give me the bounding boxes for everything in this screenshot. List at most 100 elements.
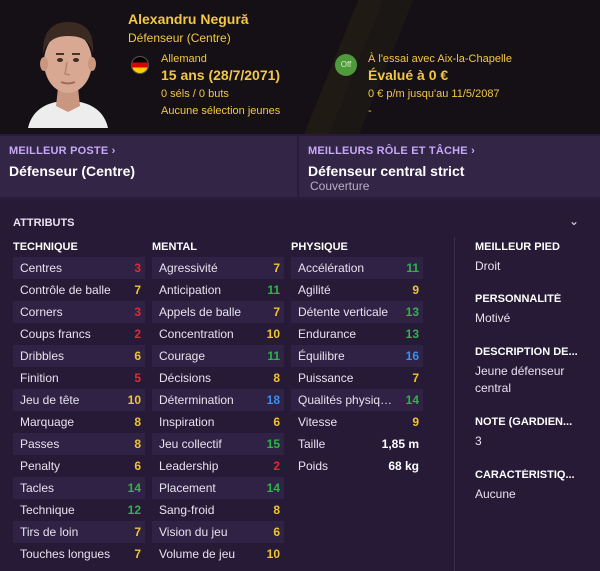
- attribute-label: Marquage: [20, 415, 75, 429]
- attribute-row[interactable]: Jeu de tête 10: [13, 389, 145, 411]
- attribute-row[interactable]: Finition 5: [13, 367, 145, 389]
- attribute-row[interactable]: Agressivité 7: [152, 257, 284, 279]
- attribute-value: 10: [266, 327, 280, 341]
- attribute-value: 10: [266, 547, 280, 561]
- attribute-row[interactable]: Tirs de loin 7: [13, 521, 145, 543]
- attribute-row[interactable]: Marquage 8: [13, 411, 145, 433]
- attribute-value: 13: [405, 305, 419, 319]
- attribute-label: Passes: [20, 437, 60, 451]
- attribute-row[interactable]: Leadership 2: [152, 455, 284, 477]
- attribute-value: 6: [134, 459, 141, 473]
- attribute-row[interactable]: Technique 12: [13, 499, 145, 521]
- gk-rating-block: NOTE (GARDIEN... 3: [475, 416, 595, 450]
- attribute-row[interactable]: Vitesse 9: [291, 411, 423, 433]
- player-position: Défenseur (Centre): [128, 31, 231, 45]
- attribute-label: Appels de balle: [159, 305, 242, 319]
- description-value: Jeune défenseur central: [475, 364, 565, 395]
- player-nationality[interactable]: Allemand: [161, 53, 207, 65]
- attribute-row[interactable]: Dribbles 6: [13, 345, 145, 367]
- attribute-label: Endurance: [298, 327, 357, 341]
- attribute-row[interactable]: Placement 14: [152, 477, 284, 499]
- attribute-row[interactable]: Endurance 13: [291, 323, 423, 345]
- attribute-row[interactable]: Détermination 18: [152, 389, 284, 411]
- contract-extra: -: [368, 105, 372, 117]
- physical-measures: Taille 1,85 m Poids 68 kg: [291, 433, 423, 477]
- attribute-row[interactable]: Penalty 6: [13, 455, 145, 477]
- attribute-label: Sang-froid: [159, 503, 215, 517]
- height-label: Taille: [298, 437, 326, 451]
- attribute-value: 7: [273, 305, 280, 319]
- attribute-row[interactable]: Vision du jeu 6: [152, 521, 284, 543]
- attribute-row[interactable]: Corners 3: [13, 301, 145, 323]
- attribute-value: 2: [273, 459, 280, 473]
- attribute-row[interactable]: Sang-froid 8: [152, 499, 284, 521]
- attribute-value: 14: [405, 393, 419, 407]
- mental-list: Agressivité 7 Anticipation 11 Appels de ball…: [152, 257, 284, 565]
- attribute-row[interactable]: Agilité 9: [291, 279, 423, 301]
- attribute-label: Technique: [20, 503, 75, 517]
- attribute-value: 14: [266, 481, 280, 495]
- mental-title: MENTAL: [152, 241, 198, 253]
- attributes-title: ATTRIBUTS: [13, 217, 75, 229]
- preferred-foot-value: Droit: [475, 259, 501, 273]
- preferred-foot-block: MEILLEUR PIED Droit: [475, 241, 595, 275]
- attribute-row[interactable]: Passes 8: [13, 433, 145, 455]
- attribute-value: 9: [412, 415, 419, 429]
- attribute-label: Anticipation: [159, 283, 222, 297]
- trial-status[interactable]: À l'essai avec Aix-la-Chapelle: [368, 53, 512, 65]
- attribute-label: Puissance: [298, 371, 354, 385]
- weight-value: 68 kg: [388, 459, 419, 473]
- attribute-row[interactable]: Tacles 14: [13, 477, 145, 499]
- best-role-title: MEILLEURS RÔLE ET TÂCHE: [308, 145, 468, 157]
- height-value: 1,85 m: [381, 437, 419, 451]
- traits-value: Aucune: [475, 487, 516, 501]
- gk-rating-value: 3: [475, 434, 482, 448]
- attribute-row[interactable]: Qualités physiques 14: [291, 389, 423, 411]
- attribute-row[interactable]: Appels de balle 7: [152, 301, 284, 323]
- attribute-label: Touches longues: [20, 547, 111, 561]
- attributes-panel: ATTRIBUTS ⌄ TECHNIQUE MENTAL PHYSIQUE Ce…: [0, 200, 600, 571]
- chevron-down-icon[interactable]: ⌄: [569, 214, 579, 228]
- attribute-row[interactable]: Centres 3: [13, 257, 145, 279]
- attribute-row[interactable]: Détente verticale 13: [291, 301, 423, 323]
- attribute-label: Agilité: [298, 283, 331, 297]
- attribute-label: Vitesse: [298, 415, 338, 429]
- chevron-right-icon: ›: [108, 145, 116, 157]
- attribute-label: Décisions: [159, 371, 212, 385]
- personality-value: Motivé: [475, 311, 511, 325]
- attribute-value: 8: [134, 437, 141, 451]
- attribute-value: 3: [134, 261, 141, 275]
- player-caps: 0 séls / 0 buts: [161, 88, 229, 100]
- attribute-value: 7: [134, 283, 141, 297]
- attribute-value: 13: [405, 327, 419, 341]
- attribute-value: 11: [267, 283, 280, 297]
- attribute-row[interactable]: Puissance 7: [291, 367, 423, 389]
- attribute-value: 7: [412, 371, 419, 385]
- attribute-row[interactable]: Jeu collectif 15: [152, 433, 284, 455]
- attribute-label: Volume de jeu: [159, 547, 236, 561]
- attribute-row[interactable]: Concentration 10: [152, 323, 284, 345]
- best-position-link[interactable]: MEILLEUR POSTE ›: [9, 145, 116, 157]
- attribute-row[interactable]: Anticipation 11: [152, 279, 284, 301]
- attribute-label: Détermination: [159, 393, 234, 407]
- attribute-row[interactable]: Accélération 11: [291, 257, 423, 279]
- attribute-row[interactable]: Contrôle de balle 7: [13, 279, 145, 301]
- physical-list: Accélération 11 Agilité 9 Détente verticale 1…: [291, 257, 423, 433]
- attribute-row[interactable]: Équilibre 16: [291, 345, 423, 367]
- weight-row: Poids 68 kg: [291, 455, 423, 477]
- preferred-foot-title: MEILLEUR PIED: [475, 241, 560, 253]
- best-role-link[interactable]: MEILLEURS RÔLE ET TÂCHE ›: [308, 145, 475, 157]
- attribute-row[interactable]: Coups francs 2: [13, 323, 145, 345]
- attribute-label: Inspiration: [159, 415, 215, 429]
- attribute-row[interactable]: Volume de jeu 10: [152, 543, 284, 565]
- attribute-label: Contrôle de balle: [20, 283, 111, 297]
- germany-flag-icon: [131, 56, 149, 74]
- attribute-row[interactable]: Inspiration 6: [152, 411, 284, 433]
- attribute-value: 11: [406, 261, 419, 275]
- attribute-value: 7: [134, 547, 141, 561]
- attribute-row[interactable]: Décisions 8: [152, 367, 284, 389]
- attribute-row[interactable]: Touches longues 7: [13, 543, 145, 565]
- best-position-title: MEILLEUR POSTE: [9, 145, 109, 157]
- attribute-row[interactable]: Courage 11: [152, 345, 284, 367]
- weight-label: Poids: [298, 459, 329, 473]
